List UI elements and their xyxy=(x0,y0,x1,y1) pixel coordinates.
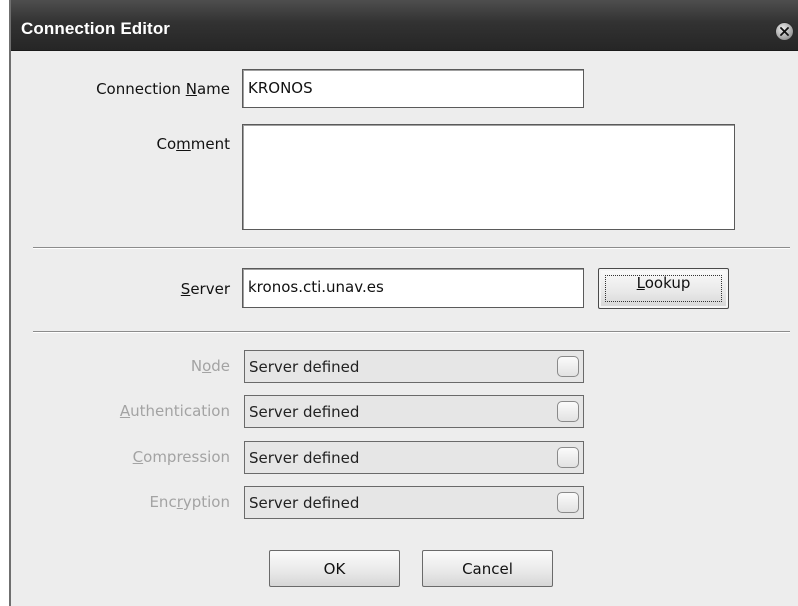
cancel-button[interactable]: Cancel xyxy=(422,550,553,587)
authentication-select-value: Server defined xyxy=(249,403,360,421)
comment-textarea[interactable] xyxy=(242,124,735,230)
authentication-label: Authentication xyxy=(119,402,230,420)
server-input[interactable]: kronos.cti.unav.es xyxy=(242,268,584,308)
encryption-select-value: Server defined xyxy=(249,494,360,512)
close-icon xyxy=(780,27,789,36)
connection-name-label: Connection Name xyxy=(96,80,230,98)
lookup-button[interactable]: Lookup xyxy=(598,268,729,309)
dropdown-button[interactable] xyxy=(557,447,579,468)
focus-rectangle xyxy=(605,275,722,302)
authentication-select[interactable]: Server defined xyxy=(244,395,584,428)
encryption-select[interactable]: Server defined xyxy=(244,486,584,519)
dropdown-button[interactable] xyxy=(557,492,579,513)
dropdown-button[interactable] xyxy=(557,356,579,377)
node-select-value: Server defined xyxy=(249,358,360,376)
separator xyxy=(33,331,790,333)
close-button[interactable] xyxy=(775,22,794,41)
ok-button-label: OK xyxy=(323,560,346,578)
cancel-button-label: Cancel xyxy=(462,560,513,578)
connection-editor-dialog: Connection Editor Connection Name KRONOS… xyxy=(9,0,798,606)
compression-select-value: Server defined xyxy=(249,449,360,467)
compression-select[interactable]: Server defined xyxy=(244,441,584,474)
connection-name-input[interactable]: KRONOS xyxy=(242,69,584,108)
title-bar[interactable]: Connection Editor xyxy=(11,0,798,51)
compression-label: Compression xyxy=(132,448,230,466)
separator xyxy=(33,247,790,249)
comment-label: Comment xyxy=(156,135,230,153)
ok-button[interactable]: OK xyxy=(269,550,400,587)
window-title: Connection Editor xyxy=(21,19,171,38)
encryption-label: Encryption xyxy=(149,493,230,511)
server-label: Server xyxy=(180,280,230,298)
dropdown-button[interactable] xyxy=(557,401,579,422)
node-label: Node xyxy=(190,357,230,375)
node-select[interactable]: Server defined xyxy=(244,350,584,383)
